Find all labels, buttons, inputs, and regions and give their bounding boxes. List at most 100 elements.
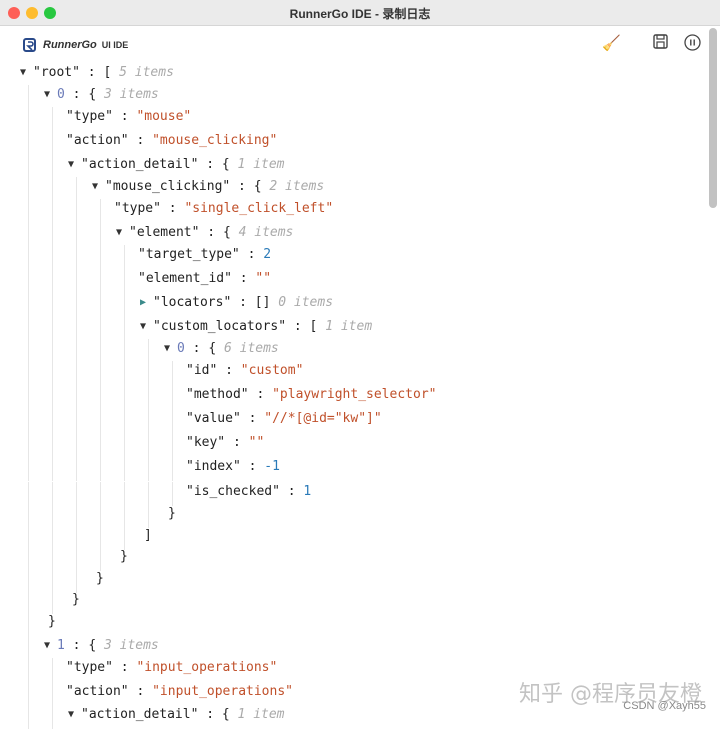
watermark-csdn: CSDN @Xayh55: [623, 700, 706, 712]
string-value: "single_click_left": [184, 201, 334, 216]
node-content: "element_id" : "": [138, 269, 271, 289]
indent-guide: [100, 245, 101, 269]
indent-guide: [124, 317, 125, 341]
item-count: 6 items: [223, 341, 279, 356]
indent-guide: [28, 612, 29, 636]
close-bracket: ]: [144, 528, 152, 543]
indent-guide: [148, 433, 149, 457]
indent-guide: [28, 409, 29, 433]
indent-guide: [172, 385, 173, 409]
caret-down-icon[interactable]: ▼: [68, 155, 74, 175]
node-content: "id" : "custom": [186, 361, 303, 381]
indent-guide: [52, 409, 53, 433]
node-content: "index" : -1: [186, 457, 280, 477]
scrollbar[interactable]: [709, 28, 717, 208]
indent-guide: [148, 339, 149, 363]
window-title: RunnerGo IDE - 录制日志: [289, 7, 431, 21]
indent-guide: [100, 547, 101, 571]
indent-guide: [76, 361, 77, 385]
tree-close-bracket: }: [168, 504, 176, 524]
string-value: "custom": [240, 363, 304, 378]
caret-right-icon[interactable]: ▶: [140, 293, 146, 313]
indent-guide: [148, 385, 149, 409]
save-icon[interactable]: [651, 34, 669, 52]
caret-down-icon[interactable]: ▼: [116, 223, 122, 243]
indent-guide: [172, 409, 173, 433]
node-content: "custom_locators" : [ 1 item: [153, 317, 372, 337]
colon: :: [112, 109, 137, 124]
node-content: "target_type" : 2: [138, 245, 271, 265]
indent-guide: [28, 547, 29, 571]
colon: :: [184, 341, 209, 356]
colon: :: [198, 157, 222, 172]
broom-icon[interactable]: 🧹: [602, 34, 621, 52]
node-key: "index": [186, 459, 241, 474]
caret-down-icon[interactable]: ▼: [44, 636, 50, 656]
caret-down-icon[interactable]: ▼: [68, 705, 74, 725]
node-content: "action_detail" : { 1 item: [81, 705, 285, 725]
indent-guide: [76, 547, 77, 571]
node-key: "type": [114, 201, 161, 216]
tree-close-bracket: }: [48, 612, 56, 632]
node-key: "value": [186, 411, 241, 426]
indent-guide: [100, 199, 101, 223]
caret-down-icon[interactable]: ▼: [164, 339, 170, 359]
node-content: "type" : "input_operations": [66, 658, 277, 678]
caret-down-icon[interactable]: ▼: [20, 63, 26, 83]
indent-guide: [124, 504, 125, 528]
indent-guide: [100, 433, 101, 457]
caret-down-icon[interactable]: ▼: [140, 317, 146, 337]
indent-guide: [52, 482, 53, 506]
indent-guide: [148, 361, 149, 385]
tree-close-bracket: }: [96, 569, 104, 589]
node-key: "custom_locators": [153, 319, 287, 334]
node-key: "action": [66, 684, 129, 699]
indent-guide: [52, 590, 53, 614]
caret-down-icon[interactable]: ▼: [44, 85, 50, 105]
indent-guide: [52, 223, 53, 247]
indent-guide: [124, 409, 125, 433]
close-bracket: }: [96, 571, 104, 586]
indent-guide: [52, 705, 53, 729]
indent-guide: [28, 317, 29, 341]
indent-guide: [76, 385, 77, 409]
string-value: "//*[@id="kw"]": [264, 411, 382, 426]
open-bracket: {: [222, 225, 231, 240]
node-index: 0: [177, 341, 185, 356]
indent-guide: [28, 705, 29, 729]
indent-guide: [28, 155, 29, 179]
node-key: "element": [129, 225, 200, 240]
pause-icon[interactable]: [683, 34, 701, 52]
string-value: "mouse_clicking": [152, 133, 278, 148]
indent-guide: [148, 482, 149, 506]
string-value: "playwright_selector": [272, 387, 437, 402]
node-content: 0 : { 6 items: [177, 339, 279, 359]
close-bracket: }: [48, 614, 56, 629]
colon: :: [240, 459, 265, 474]
node-key: "type": [66, 109, 113, 124]
item-count: 3 items: [103, 638, 159, 653]
indent-guide: [28, 177, 29, 201]
node-key: "root": [33, 65, 80, 80]
indent-guide: [52, 361, 53, 385]
indent-guide: [28, 269, 29, 293]
indent-guide: [76, 433, 77, 457]
indent-guide: [172, 361, 173, 385]
item-count: 1 item: [325, 319, 373, 334]
indent-guide: [100, 409, 101, 433]
indent-guide: [52, 131, 53, 155]
colon: :: [160, 201, 185, 216]
caret-down-icon[interactable]: ▼: [92, 177, 98, 197]
item-count: 1 item: [237, 157, 285, 172]
app-header: RunnerGo UI IDE 🧹: [0, 26, 705, 64]
indent-guide: [124, 269, 125, 293]
indent-guide: [52, 199, 53, 223]
colon: :: [128, 133, 153, 148]
indent-guide: [52, 317, 53, 341]
indent-guide: [100, 293, 101, 317]
string-value: "input_operations": [152, 684, 293, 699]
indent-guide: [76, 223, 77, 247]
node-key: "id": [186, 363, 218, 378]
node-key: "method": [186, 387, 249, 402]
indent-guide: [28, 245, 29, 269]
